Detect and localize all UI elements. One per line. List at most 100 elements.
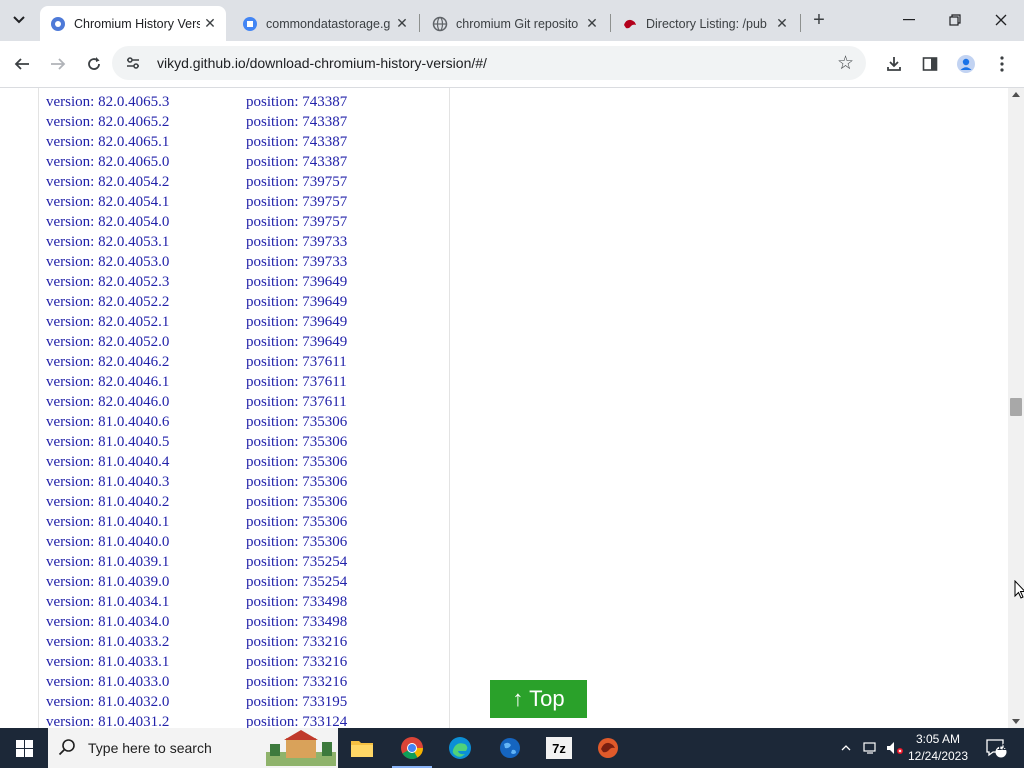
position-link[interactable]: position: 739649 [246, 332, 347, 352]
version-text[interactable]: version: 82.0.4052.1 [46, 312, 169, 332]
minimize-icon[interactable] [886, 0, 932, 40]
bookmark-star-icon[interactable]: ☆ [837, 52, 854, 75]
side-panel-icon[interactable] [915, 49, 945, 79]
position-link[interactable]: position: 739757 [246, 212, 347, 232]
version-text[interactable]: version: 82.0.4065.0 [46, 152, 169, 172]
position-link[interactable]: position: 735306 [246, 412, 347, 432]
scroll-up-arrow-icon[interactable] [1012, 92, 1020, 97]
scroll-thumb[interactable] [1010, 398, 1022, 416]
position-link[interactable]: position: 735306 [246, 532, 347, 552]
position-link[interactable]: position: 735306 [246, 512, 347, 532]
position-link[interactable]: position: 733216 [246, 652, 347, 672]
new-tab-plus-icon[interactable]: + [808, 9, 830, 31]
bird-app-icon[interactable] [584, 728, 632, 768]
tab-chromium-git[interactable]: chromium Git reposito ✕ [422, 6, 608, 41]
position-link[interactable]: position: 735306 [246, 452, 347, 472]
position-link[interactable]: position: 739649 [246, 272, 347, 292]
position-link[interactable]: position: 735254 [246, 552, 347, 572]
version-text[interactable]: version: 81.0.4031.2 [46, 712, 169, 728]
version-text[interactable]: version: 82.0.4054.0 [46, 212, 169, 232]
reload-icon[interactable] [79, 49, 109, 79]
position-link[interactable]: position: 733216 [246, 632, 347, 652]
position-link[interactable]: position: 737611 [246, 392, 347, 412]
version-text[interactable]: version: 81.0.4040.5 [46, 432, 169, 452]
taskbar-search-box[interactable]: Type here to search [48, 728, 338, 768]
version-text[interactable]: version: 82.0.4053.0 [46, 252, 169, 272]
network-icon[interactable] [860, 728, 882, 768]
page-scrollbar[interactable] [1008, 88, 1024, 728]
close-icon[interactable]: ✕ [200, 14, 220, 34]
version-text[interactable]: version: 81.0.4040.3 [46, 472, 169, 492]
tab-directory-listing[interactable]: Directory Listing: /pub ✕ [612, 6, 798, 41]
version-text[interactable]: version: 82.0.4046.1 [46, 372, 169, 392]
position-link[interactable]: position: 743387 [246, 112, 347, 132]
profile-avatar-icon[interactable] [951, 49, 981, 79]
version-text[interactable]: version: 81.0.4040.4 [46, 452, 169, 472]
tab-search-chevron-icon[interactable] [6, 8, 32, 32]
position-link[interactable]: position: 737611 [246, 352, 347, 372]
chrome-icon[interactable] [388, 728, 436, 768]
position-link[interactable]: position: 743387 [246, 92, 347, 112]
position-link[interactable]: position: 739757 [246, 172, 347, 192]
position-link[interactable]: position: 733216 [246, 672, 347, 692]
close-icon[interactable]: ✕ [582, 14, 602, 34]
position-link[interactable]: position: 739649 [246, 292, 347, 312]
windows-start-icon[interactable] [0, 728, 48, 768]
position-link[interactable]: position: 735306 [246, 492, 347, 512]
globe-app-icon[interactable] [486, 728, 534, 768]
position-link[interactable]: position: 743387 [246, 132, 347, 152]
position-link[interactable]: position: 739649 [246, 312, 347, 332]
version-text[interactable]: version: 82.0.4053.1 [46, 232, 169, 252]
version-text[interactable]: version: 82.0.4054.2 [46, 172, 169, 192]
position-link[interactable]: position: 733498 [246, 592, 347, 612]
7zip-icon[interactable]: 7z [535, 728, 583, 768]
version-text[interactable]: version: 81.0.4040.1 [46, 512, 169, 532]
tab-commondatastorage[interactable]: commondatastorage.g ✕ [232, 6, 418, 41]
version-text[interactable]: version: 81.0.4033.0 [46, 672, 169, 692]
position-link[interactable]: position: 743387 [246, 152, 347, 172]
back-arrow-icon[interactable] [7, 49, 37, 79]
address-bar[interactable]: vikyd.github.io/download-chromium-histor… [112, 46, 866, 80]
version-text[interactable]: version: 81.0.4039.0 [46, 572, 169, 592]
notification-center-icon[interactable]: 12 [980, 728, 1012, 768]
tray-overflow-chevron-icon[interactable] [836, 728, 856, 768]
menu-kebab-icon[interactable] [987, 49, 1017, 79]
taskbar-clock[interactable]: 3:05 AM 12/24/2023 [906, 731, 970, 765]
url-text[interactable]: vikyd.github.io/download-chromium-histor… [157, 55, 487, 71]
version-text[interactable]: version: 81.0.4040.2 [46, 492, 169, 512]
version-text[interactable]: version: 81.0.4040.6 [46, 412, 169, 432]
position-link[interactable]: position: 737611 [246, 372, 347, 392]
version-text[interactable]: version: 82.0.4065.1 [46, 132, 169, 152]
version-text[interactable]: version: 82.0.4065.2 [46, 112, 169, 132]
position-link[interactable]: position: 739733 [246, 252, 347, 272]
back-to-top-button[interactable]: ↑ Top [490, 680, 587, 718]
position-link[interactable]: position: 739733 [246, 232, 347, 252]
version-text[interactable]: version: 82.0.4046.0 [46, 392, 169, 412]
position-link[interactable]: position: 733195 [246, 692, 347, 712]
volume-muted-icon[interactable] [884, 728, 906, 768]
close-window-icon[interactable] [978, 0, 1024, 40]
file-explorer-icon[interactable] [338, 728, 386, 768]
download-icon[interactable] [879, 49, 909, 79]
position-link[interactable]: position: 733124 [246, 712, 347, 728]
version-text[interactable]: version: 82.0.4065.3 [46, 92, 169, 112]
tab-chromium-history[interactable]: Chromium History Versions ✕ [40, 6, 226, 41]
position-link[interactable]: position: 739757 [246, 192, 347, 212]
position-link[interactable]: position: 733498 [246, 612, 347, 632]
version-text[interactable]: version: 81.0.4033.2 [46, 632, 169, 652]
version-text[interactable]: version: 82.0.4054.1 [46, 192, 169, 212]
close-icon[interactable]: ✕ [772, 14, 792, 34]
scroll-down-arrow-icon[interactable] [1012, 719, 1020, 724]
version-text[interactable]: version: 81.0.4040.0 [46, 532, 169, 552]
version-text[interactable]: version: 81.0.4039.1 [46, 552, 169, 572]
position-link[interactable]: position: 735254 [246, 572, 347, 592]
version-text[interactable]: version: 81.0.4033.1 [46, 652, 169, 672]
edge-icon[interactable] [436, 728, 484, 768]
restore-icon[interactable] [932, 0, 978, 40]
version-text[interactable]: version: 81.0.4032.0 [46, 692, 169, 712]
version-text[interactable]: version: 81.0.4034.1 [46, 592, 169, 612]
forward-arrow-icon[interactable] [43, 49, 73, 79]
close-icon[interactable]: ✕ [392, 14, 412, 34]
position-link[interactable]: position: 735306 [246, 472, 347, 492]
position-link[interactable]: position: 735306 [246, 432, 347, 452]
